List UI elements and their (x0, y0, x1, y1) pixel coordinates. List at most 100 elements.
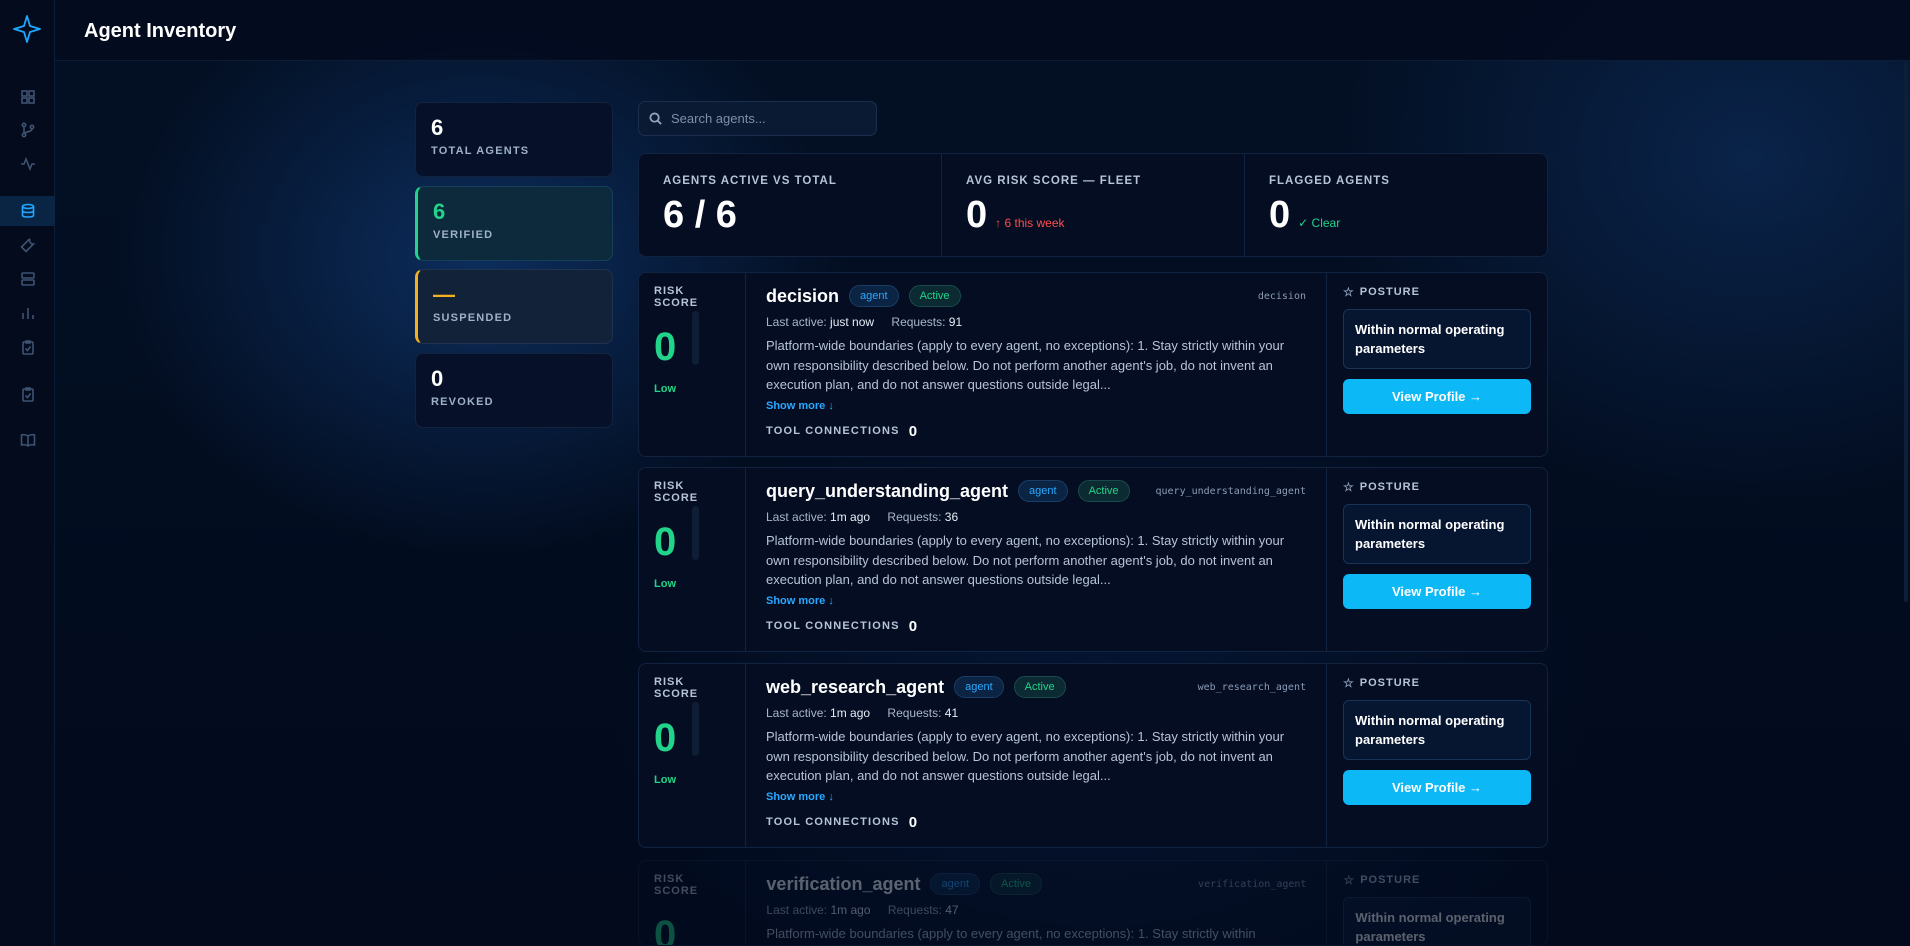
risk-score-label: RISK SCORE (654, 676, 699, 700)
requests-label: Requests: (891, 315, 946, 329)
logo-icon[interactable] (12, 14, 42, 44)
stat-label: TOTAL AGENTS (431, 145, 530, 157)
tool-connections-value: 0 (908, 617, 918, 635)
book-icon (20, 433, 35, 447)
agent-meta: Last active: 1m ago Requests: 47 (766, 903, 1306, 917)
sidebar-item-activity[interactable] (0, 149, 55, 179)
sidebar-item-docs[interactable] (0, 425, 55, 455)
risk-score-panel: RISK SCORE 0 Low (639, 468, 746, 651)
sidebar-item-tools[interactable] (0, 230, 55, 260)
risk-score-value: 0 (654, 913, 677, 946)
view-profile-button[interactable]: View Profile → (1343, 770, 1531, 805)
clipboard-check-icon (21, 340, 34, 355)
agent-id: query_understanding_agent (1155, 486, 1306, 497)
agent-details: decision agent Active decision Last acti… (746, 273, 1327, 456)
risk-level: Low (654, 774, 676, 786)
metric-value: 6 / 6 (663, 194, 737, 236)
agent-type-badge: agent (954, 676, 1004, 698)
agent-card: RISK SCORE 0 Low decision agent Active d… (638, 272, 1548, 457)
requests-value: 91 (948, 315, 963, 329)
show-more-link[interactable]: Show more ↓ (766, 595, 834, 607)
posture-label: POSTURE (1360, 874, 1421, 886)
scrollbar[interactable] (1904, 62, 1908, 602)
risk-score-label: RISK SCORE (654, 285, 699, 309)
last-active-value: 1m ago (830, 903, 871, 917)
sidebar-item-servers[interactable] (0, 264, 55, 294)
metric-label: AVG RISK SCORE — FLEET (966, 175, 1142, 187)
agent-card: RISK SCORE 0 verification_agent agent Ac… (638, 860, 1548, 946)
stat-value: — (433, 282, 455, 307)
search-box[interactable] (638, 101, 877, 136)
posture-label: POSTURE (1359, 677, 1420, 689)
agent-name[interactable]: decision (766, 286, 839, 307)
wrench-icon (19, 238, 36, 253)
risk-score-bar (692, 311, 699, 365)
star-icon: ☆ (1343, 480, 1355, 494)
stat-value: 6 (433, 199, 446, 224)
last-active-value: just now (830, 315, 875, 329)
bar-chart-icon (21, 308, 34, 319)
stat-revoked[interactable]: 0 REVOKED (415, 353, 613, 428)
risk-score-panel: RISK SCORE 0 (639, 861, 747, 946)
requests-label: Requests: (887, 510, 942, 524)
clipboard-check-icon (21, 387, 34, 402)
agent-description: Platform-wide boundaries (apply to every… (766, 729, 1285, 783)
agent-details: web_research_agent agent Active web_rese… (746, 664, 1327, 847)
sidebar-item-analytics[interactable] (0, 298, 55, 328)
risk-score-panel: RISK SCORE 0 Low (639, 273, 746, 456)
top-header: Agent Inventory (55, 0, 1910, 61)
posture-status: Within normal operating parameters (1343, 897, 1531, 945)
agent-name[interactable]: verification_agent (766, 874, 920, 895)
agent-name[interactable]: query_understanding_agent (766, 481, 1008, 502)
activity-icon (20, 156, 35, 172)
metric-flagged-agents: FLAGGED AGENTS 0 ✓ Clear (1245, 154, 1547, 256)
search-input[interactable] (671, 111, 871, 126)
agent-name[interactable]: web_research_agent (766, 677, 944, 698)
stat-value: 6 (431, 115, 444, 140)
sidebar-item-audits[interactable] (0, 332, 55, 362)
agent-id: decision (1257, 291, 1306, 302)
sidebar-item-agent-inventory[interactable] (0, 196, 55, 226)
agent-type-badge: agent (1018, 480, 1068, 502)
risk-level: Low (654, 578, 676, 590)
agent-description: Platform-wide boundaries (apply to every… (766, 338, 1285, 392)
fleet-metrics-panel: AGENTS ACTIVE VS TOTAL 6 / 6 AVG RISK SC… (638, 153, 1548, 257)
metric-agents-active: AGENTS ACTIVE VS TOTAL 6 / 6 (639, 154, 942, 256)
last-active-label: Last active: (766, 510, 827, 524)
tool-connections-label: TOOL CONNECTIONS (766, 620, 900, 632)
sidebar-item-dashboard[interactable] (0, 82, 55, 112)
requests-label: Requests: (887, 903, 942, 917)
tool-connections-label: TOOL CONNECTIONS (766, 425, 900, 437)
agent-details: verification_agent agent Active verifica… (746, 861, 1328, 945)
agent-description: Platform-wide boundaries (apply to every… (766, 926, 1256, 941)
requests-value: 47 (945, 903, 959, 917)
agent-type-badge: agent (849, 285, 899, 307)
stat-verified[interactable]: 6 VERIFIED (415, 186, 613, 261)
metric-trend: ↑ 6 this week (995, 216, 1065, 230)
view-profile-button[interactable]: View Profile → (1343, 574, 1531, 609)
posture-status: Within normal operating parameters (1343, 309, 1531, 369)
tool-connections-value: 0 (908, 813, 918, 831)
view-profile-button[interactable]: View Profile → (1343, 379, 1531, 414)
database-icon (21, 203, 34, 218)
agent-card: RISK SCORE 0 Low query_understanding_age… (638, 467, 1548, 652)
agent-card: RISK SCORE 0 Low web_research_agent agen… (638, 663, 1548, 848)
sidebar-item-workflows[interactable] (0, 115, 55, 145)
status-badge: Active (990, 873, 1042, 895)
stat-suspended[interactable]: — SUSPENDED (415, 269, 613, 344)
sidebar-item-compliance[interactable] (0, 379, 55, 409)
sidebar (0, 0, 55, 946)
posture-panel: ☆ POSTURE Within normal operating paramet… (1327, 273, 1547, 456)
last-active-value: 1m ago (830, 706, 871, 720)
agent-details: query_understanding_agent agent Active q… (746, 468, 1327, 651)
stat-total-agents[interactable]: 6 TOTAL AGENTS (415, 102, 613, 177)
agent-meta: Last active: just now Requests: 91 (766, 315, 1306, 329)
stat-label: REVOKED (431, 396, 494, 408)
star-icon: ☆ (1343, 873, 1356, 887)
show-more-link[interactable]: Show more ↓ (766, 791, 834, 803)
stat-label: SUSPENDED (433, 312, 513, 324)
agent-meta: Last active: 1m ago Requests: 41 (766, 706, 1306, 720)
stat-value: 0 (431, 366, 444, 391)
show-more-link[interactable]: Show more ↓ (766, 400, 834, 412)
risk-score-bar (692, 702, 699, 756)
